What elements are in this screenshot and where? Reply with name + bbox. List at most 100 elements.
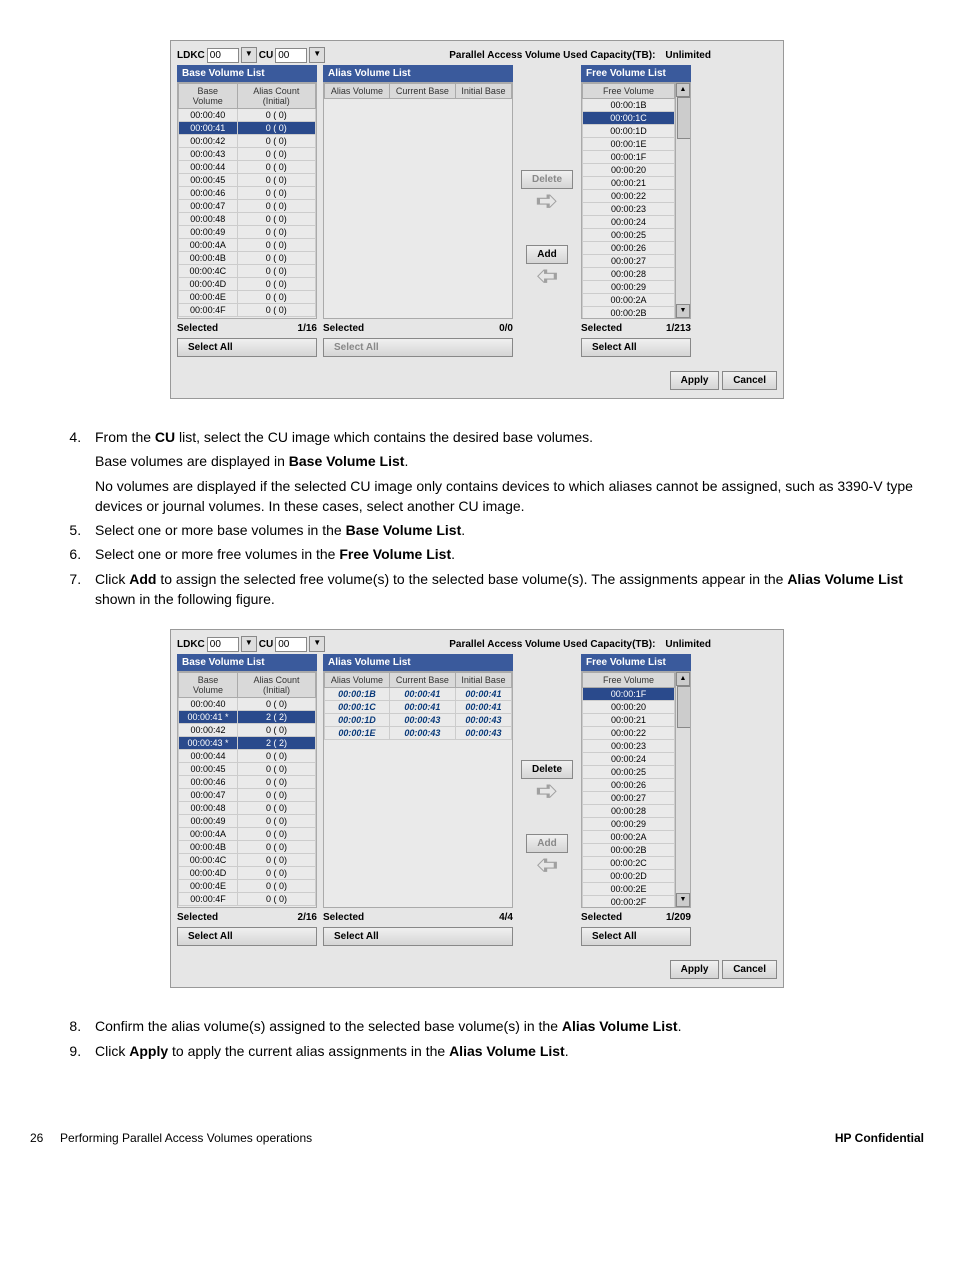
table-row[interactable]: 00:00:430 ( 0) [179, 148, 316, 161]
alias-volume-table[interactable]: Alias Volume Current Base Initial Base 0… [324, 672, 512, 740]
table-row[interactable]: 00:00:460 ( 0) [179, 187, 316, 200]
cu-input[interactable] [275, 48, 307, 63]
cancel-button[interactable]: Cancel [722, 960, 777, 979]
table-row[interactable]: 00:00:1D [583, 125, 675, 138]
ldkc-input[interactable] [207, 637, 239, 652]
free-scrollbar[interactable]: ▲ ▼ [675, 672, 690, 907]
table-row[interactable]: 00:00:400 ( 0) [179, 698, 316, 711]
table-row[interactable]: 00:00:4B0 ( 0) [179, 841, 316, 854]
col-current-base[interactable]: Current Base [389, 84, 455, 99]
table-row[interactable]: 00:00:470 ( 0) [179, 789, 316, 802]
base-select-all-button[interactable]: Select All [177, 927, 317, 946]
ldkc-dropdown[interactable]: ▼ [241, 636, 257, 652]
table-row[interactable]: 00:00:4D0 ( 0) [179, 867, 316, 880]
cu-input[interactable] [275, 637, 307, 652]
table-row[interactable]: 00:00:490 ( 0) [179, 815, 316, 828]
table-row[interactable]: 00:00:490 ( 0) [179, 226, 316, 239]
base-volume-table[interactable]: Base Volume Alias Count (Initial) 00:00:… [178, 672, 316, 906]
free-volume-table[interactable]: Free Volume 00:00:1F00:00:2000:00:2100:0… [582, 672, 675, 907]
scroll-down-icon[interactable]: ▼ [676, 893, 690, 907]
table-row[interactable]: 00:00:4C0 ( 0) [179, 854, 316, 867]
table-row[interactable]: 00:00:29 [583, 818, 675, 831]
table-row[interactable]: 00:00:480 ( 0) [179, 213, 316, 226]
table-row[interactable]: 00:00:1F [583, 688, 675, 701]
table-row[interactable]: 00:00:4E0 ( 0) [179, 880, 316, 893]
table-row[interactable]: 00:00:2F [583, 896, 675, 908]
table-row[interactable]: 00:00:4E0 ( 0) [179, 291, 316, 304]
table-row[interactable]: 00:00:1C [583, 112, 675, 125]
table-row[interactable]: 00:00:450 ( 0) [179, 763, 316, 776]
table-row[interactable]: 00:00:41 *2 ( 2) [179, 711, 316, 724]
table-row[interactable]: 00:00:20 [583, 164, 675, 177]
table-row[interactable]: 00:00:1C00:00:4100:00:41 [325, 701, 512, 714]
cu-dropdown[interactable]: ▼ [309, 47, 325, 63]
table-row[interactable]: 00:00:24 [583, 753, 675, 766]
table-row[interactable]: 00:00:4A0 ( 0) [179, 239, 316, 252]
base-select-all-button[interactable]: Select All [177, 338, 317, 357]
table-row[interactable]: 00:00:26 [583, 779, 675, 792]
table-row[interactable]: 00:00:4F0 ( 0) [179, 893, 316, 906]
table-row[interactable]: 00:00:23 [583, 203, 675, 216]
table-row[interactable]: 00:00:1E00:00:4300:00:43 [325, 727, 512, 740]
free-scrollbar[interactable]: ▲ ▼ [675, 83, 690, 318]
scroll-down-icon[interactable]: ▼ [676, 304, 690, 318]
table-row[interactable]: 00:00:440 ( 0) [179, 750, 316, 763]
table-row[interactable]: 00:00:400 ( 0) [179, 109, 316, 122]
table-row[interactable]: 00:00:21 [583, 177, 675, 190]
table-row[interactable]: 00:00:24 [583, 216, 675, 229]
table-row[interactable]: 00:00:1D00:00:4300:00:43 [325, 714, 512, 727]
table-row[interactable]: 00:00:460 ( 0) [179, 776, 316, 789]
table-row[interactable]: 00:00:2B [583, 307, 675, 319]
table-row[interactable]: 00:00:4D0 ( 0) [179, 278, 316, 291]
table-row[interactable]: 00:00:1B [583, 99, 675, 112]
table-row[interactable]: 00:00:22 [583, 727, 675, 740]
table-row[interactable]: 00:00:420 ( 0) [179, 724, 316, 737]
table-row[interactable]: 00:00:20 [583, 701, 675, 714]
scroll-thumb[interactable] [677, 97, 691, 139]
table-row[interactable]: 00:00:2B [583, 844, 675, 857]
table-row[interactable]: 00:00:23 [583, 740, 675, 753]
table-row[interactable]: 00:00:27 [583, 792, 675, 805]
apply-button[interactable]: Apply [670, 371, 720, 390]
table-row[interactable]: 00:00:2D [583, 870, 675, 883]
col-alias-volume[interactable]: Alias Volume [325, 84, 390, 99]
table-row[interactable]: 00:00:43 *2 ( 2) [179, 737, 316, 750]
table-row[interactable]: 00:00:1E [583, 138, 675, 151]
cancel-button[interactable]: Cancel [722, 371, 777, 390]
table-row[interactable]: 00:00:28 [583, 268, 675, 281]
table-row[interactable]: 00:00:2A [583, 294, 675, 307]
table-row[interactable]: 00:00:25 [583, 766, 675, 779]
table-row[interactable]: 00:00:2E [583, 883, 675, 896]
table-row[interactable]: 00:00:470 ( 0) [179, 200, 316, 213]
table-row[interactable]: 00:00:4C0 ( 0) [179, 265, 316, 278]
table-row[interactable]: 00:00:22 [583, 190, 675, 203]
table-row[interactable]: 00:00:21 [583, 714, 675, 727]
table-row[interactable]: 00:00:1B00:00:4100:00:41 [325, 688, 512, 701]
table-row[interactable]: 00:00:4A0 ( 0) [179, 828, 316, 841]
col-base-volume[interactable]: Base Volume [179, 84, 238, 109]
ldkc-input[interactable] [207, 48, 239, 63]
table-row[interactable]: 00:00:28 [583, 805, 675, 818]
free-select-all-button[interactable]: Select All [581, 927, 691, 946]
table-row[interactable]: 00:00:440 ( 0) [179, 161, 316, 174]
cu-dropdown[interactable]: ▼ [309, 636, 325, 652]
table-row[interactable]: 00:00:2C [583, 857, 675, 870]
base-volume-table[interactable]: Base Volume Alias Count (Initial) 00:00:… [178, 83, 316, 317]
table-row[interactable]: 00:00:4B0 ( 0) [179, 252, 316, 265]
free-volume-table[interactable]: Free Volume 00:00:1B00:00:1C00:00:1D00:0… [582, 83, 675, 318]
scroll-thumb[interactable] [677, 686, 691, 728]
table-row[interactable]: 00:00:450 ( 0) [179, 174, 316, 187]
scroll-up-icon[interactable]: ▲ [676, 672, 690, 686]
apply-button[interactable]: Apply [670, 960, 720, 979]
table-row[interactable]: 00:00:29 [583, 281, 675, 294]
ldkc-dropdown[interactable]: ▼ [241, 47, 257, 63]
table-row[interactable]: 00:00:26 [583, 242, 675, 255]
table-row[interactable]: 00:00:410 ( 0) [179, 122, 316, 135]
table-row[interactable]: 00:00:4F0 ( 0) [179, 304, 316, 317]
table-row[interactable]: 00:00:480 ( 0) [179, 802, 316, 815]
free-select-all-button[interactable]: Select All [581, 338, 691, 357]
table-row[interactable]: 00:00:1F [583, 151, 675, 164]
table-row[interactable]: 00:00:27 [583, 255, 675, 268]
scroll-up-icon[interactable]: ▲ [676, 83, 690, 97]
table-row[interactable]: 00:00:420 ( 0) [179, 135, 316, 148]
